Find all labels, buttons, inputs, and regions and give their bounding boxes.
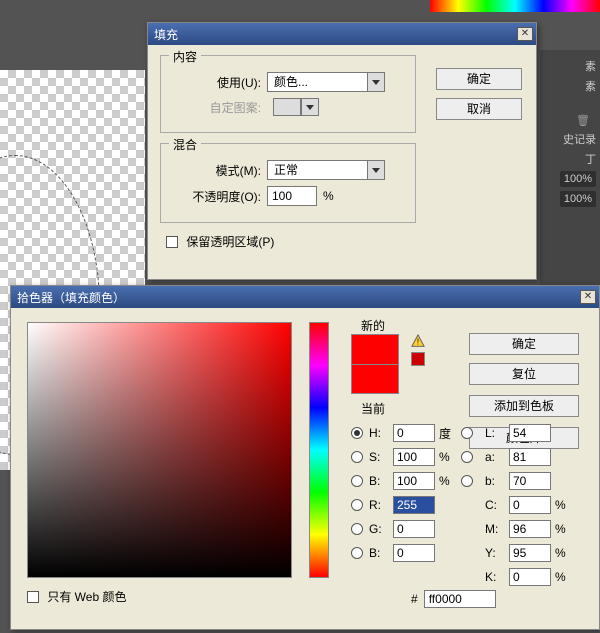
h-label: H: (369, 426, 389, 440)
svg-text:!: ! (417, 338, 419, 347)
radio-b-hsb[interactable] (351, 475, 363, 487)
hex-input[interactable] (424, 590, 496, 608)
pattern-label: 自定图案: (171, 99, 261, 116)
chevron-down-icon (301, 98, 319, 116)
panel-tab-1[interactable]: 素 (544, 58, 596, 74)
close-icon[interactable]: ✕ (517, 27, 533, 41)
fill-dialog: 填充 ✕ 确定 取消 内容 使用(U): 颜色... 自定图案: 混合 模式(M… (147, 22, 537, 280)
use-select[interactable]: 颜色... (267, 72, 385, 92)
brgb-label: B: (369, 546, 389, 560)
gamut-warning-icon[interactable]: ! (411, 334, 425, 348)
picker-title: 拾色器（填充颜色） (17, 289, 580, 306)
blend-group-label: 混合 (169, 136, 201, 153)
l-label: L: (485, 426, 505, 440)
radio-blab[interactable] (461, 475, 473, 487)
m-input[interactable] (509, 520, 551, 538)
l-input[interactable] (509, 424, 551, 442)
panel-tab-history[interactable]: 史记录 (544, 131, 596, 147)
add-to-swatches-button[interactable]: 添加到色板 (469, 395, 579, 417)
gamut-warning-swatch[interactable] (411, 352, 425, 366)
mode-label: 模式(M): (171, 162, 261, 179)
radio-r[interactable] (351, 499, 363, 511)
opacity-badge-2: 100% (560, 191, 596, 207)
picker-reset-button[interactable]: 复位 (469, 363, 579, 385)
c-label: C: (485, 498, 505, 512)
mode-select[interactable]: 正常 (267, 160, 385, 180)
panel-row-t: 丁 (544, 151, 596, 167)
r-label: R: (369, 498, 389, 512)
k-unit: % (555, 570, 573, 584)
color-value-grid: H: 度 L: S:% a: B:% b: R: C:% G: M:% B: Y:… (351, 424, 573, 586)
fill-title: 填充 (154, 26, 517, 43)
radio-l[interactable] (461, 427, 473, 439)
saturation-value-area[interactable] (27, 322, 292, 578)
opacity-input[interactable] (267, 186, 317, 206)
opacity-badge-1: 100% (560, 171, 596, 187)
bhsb-input[interactable] (393, 472, 435, 490)
radio-b-rgb[interactable] (351, 547, 363, 559)
close-icon[interactable]: ✕ (580, 290, 596, 304)
r-input[interactable] (393, 496, 435, 514)
new-color-label: 新的 (361, 317, 385, 334)
brgb-input[interactable] (393, 544, 435, 562)
m-unit: % (555, 522, 573, 536)
chevron-down-icon[interactable] (367, 160, 385, 180)
color-spectrum-strip (430, 0, 600, 12)
use-label: 使用(U): (171, 74, 261, 91)
trash-icon[interactable]: 🗑 (576, 115, 590, 127)
preserve-transparency-checkbox[interactable] (166, 236, 178, 248)
s-label: S: (369, 450, 389, 464)
y-label: Y: (485, 546, 505, 560)
opacity-unit: % (323, 189, 334, 203)
c-unit: % (555, 498, 573, 512)
content-group-label: 内容 (169, 48, 201, 65)
web-only-label: 只有 Web 颜色 (47, 590, 126, 604)
c-input[interactable] (509, 496, 551, 514)
y-input[interactable] (509, 544, 551, 562)
s-unit: % (439, 450, 457, 464)
picker-titlebar[interactable]: 拾色器（填充颜色） ✕ (11, 286, 599, 308)
hue-slider[interactable] (309, 322, 329, 578)
h-unit: 度 (439, 425, 457, 442)
pattern-swatch (273, 98, 301, 116)
bhsb-unit: % (439, 474, 457, 488)
panel-tab-2[interactable]: 素 (544, 78, 596, 94)
use-select-value: 颜色... (267, 72, 367, 92)
radio-s[interactable] (351, 451, 363, 463)
blab-input[interactable] (509, 472, 551, 490)
opacity-label: 不透明度(O): (171, 188, 261, 205)
bhsb-label: B: (369, 474, 389, 488)
blab-label: b: (485, 474, 505, 488)
color-preview (351, 334, 399, 394)
fill-titlebar[interactable]: 填充 ✕ (148, 23, 536, 45)
fill-cancel-button[interactable]: 取消 (436, 98, 522, 120)
web-only-checkbox[interactable] (27, 591, 39, 603)
mode-select-value: 正常 (267, 160, 367, 180)
radio-h[interactable] (351, 427, 363, 439)
k-label: K: (485, 570, 505, 584)
s-input[interactable] (393, 448, 435, 466)
radio-g[interactable] (351, 523, 363, 535)
a-input[interactable] (509, 448, 551, 466)
hex-label: # (411, 592, 418, 606)
radio-a[interactable] (461, 451, 473, 463)
color-picker-dialog: 拾色器（填充颜色） ✕ 新的 ! 当前 确定 复位 添加到色板 颜色库 H:度 … (10, 285, 600, 630)
m-label: M: (485, 522, 505, 536)
chevron-down-icon[interactable] (367, 72, 385, 92)
h-input[interactable] (393, 424, 435, 442)
picker-ok-button[interactable]: 确定 (469, 333, 579, 355)
current-color-label: 当前 (361, 400, 385, 417)
preserve-transparency-label: 保留透明区域(P) (186, 235, 274, 249)
g-label: G: (369, 522, 389, 536)
fill-ok-button[interactable]: 确定 (436, 68, 522, 90)
y-unit: % (555, 546, 573, 560)
a-label: a: (485, 450, 505, 464)
k-input[interactable] (509, 568, 551, 586)
new-color-swatch (352, 335, 398, 364)
g-input[interactable] (393, 520, 435, 538)
current-color-swatch[interactable] (352, 364, 398, 393)
